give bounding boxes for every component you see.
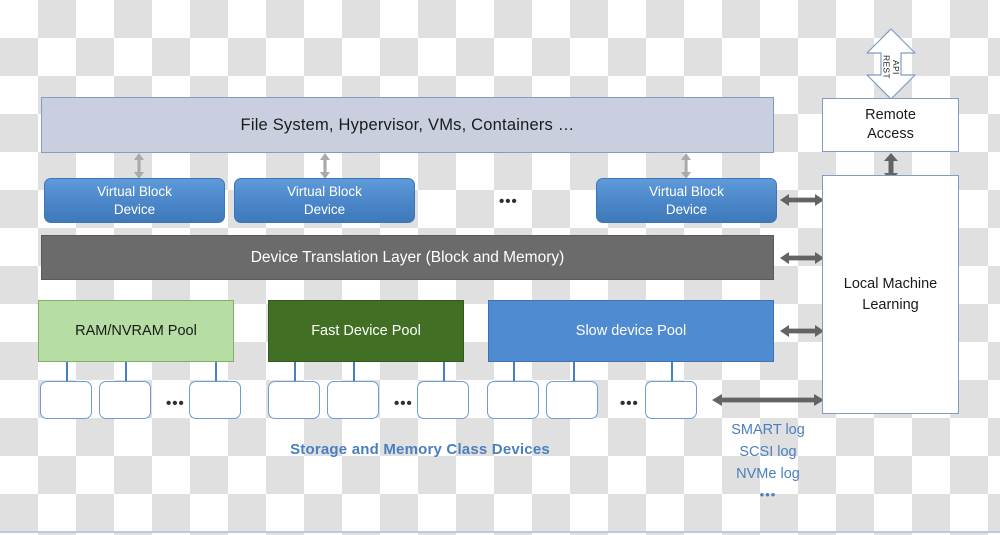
rest-api-label: REST API	[874, 48, 908, 86]
local-machine-learning-box[interactable]: Local Machine Learning	[822, 175, 959, 414]
pool-stem	[294, 362, 296, 382]
app-layer-box: File System, Hypervisor, VMs, Containers…	[41, 97, 774, 153]
rest-api-word2: API	[891, 59, 901, 75]
vbd-label-line1: Virtual Block	[97, 184, 172, 200]
vbd-label-line2: Device	[303, 201, 346, 217]
log-list-ellipsis: •••	[759, 487, 777, 503]
fast-device-pool-label: Fast Device Pool	[311, 323, 421, 339]
app-to-vbd-arrow-2	[314, 153, 336, 179]
vbd-label-line2: Device	[665, 201, 708, 217]
fast-device-pool-box[interactable]: Fast Device Pool	[268, 300, 464, 362]
pool-stem	[671, 362, 673, 382]
ram-nvram-pool-label: RAM/NVRAM Pool	[75, 323, 197, 339]
vbd-ellipsis: •••	[499, 193, 518, 210]
pool-stem	[443, 362, 445, 382]
storage-device-box[interactable]	[268, 381, 320, 419]
device-group-ellipsis-2: •••	[394, 395, 413, 412]
pool-stem	[125, 362, 127, 382]
log-item-smart: SMART log	[731, 422, 805, 438]
remote-access-line1: Remote	[865, 107, 916, 124]
device-group-ellipsis-3: •••	[620, 395, 639, 412]
slow-pool-to-ml-arrow	[780, 323, 824, 339]
app-to-vbd-arrow-3	[675, 153, 697, 179]
device-translation-layer-box: Device Translation Layer (Block and Memo…	[41, 235, 774, 280]
virtual-block-device-2[interactable]: Virtual Block Device	[234, 178, 415, 223]
ram-nvram-pool-box[interactable]: RAM/NVRAM Pool	[38, 300, 234, 362]
log-item-nvme: NVMe log	[736, 466, 800, 483]
local-ml-line2: Learning	[862, 296, 919, 313]
local-ml-line1: Local Machine	[843, 276, 938, 293]
device-logs-to-ml-arrow	[712, 392, 824, 408]
storage-device-box[interactable]	[40, 381, 92, 419]
storage-device-box[interactable]	[99, 381, 151, 419]
slow-device-pool-label: Slow device Pool	[575, 323, 687, 339]
storage-device-box[interactable]	[189, 381, 241, 419]
remote-access-line2: Access	[867, 126, 914, 142]
diagram-canvas: File System, Hypervisor, VMs, Containers…	[0, 0, 1000, 535]
virtual-block-device-3[interactable]: Virtual Block Device	[596, 178, 777, 223]
storage-device-box[interactable]	[327, 381, 379, 419]
log-types-list: SMART log SCSI log NVMe log •••	[700, 419, 836, 505]
pool-stem	[66, 362, 68, 382]
storage-device-box[interactable]	[487, 381, 539, 419]
app-layer-label: File System, Hypervisor, VMs, Containers…	[240, 115, 575, 134]
vbd-label-line2: Device	[113, 201, 156, 217]
pool-stem	[513, 362, 515, 382]
vbd-label-line1: Virtual Block	[649, 184, 724, 200]
pool-stem	[573, 362, 575, 382]
slow-device-pool-box[interactable]: Slow device Pool	[488, 300, 774, 362]
remote-access-box[interactable]: Remote Access	[822, 98, 959, 152]
pool-stem	[353, 362, 355, 382]
app-to-vbd-arrow-1	[128, 153, 150, 179]
dtl-to-ml-arrow	[780, 250, 824, 266]
device-translation-layer-label: Device Translation Layer (Block and Memo…	[250, 248, 565, 266]
rest-api-word1: REST	[881, 55, 892, 79]
devices-caption: Storage and Memory Class Devices	[290, 441, 550, 458]
log-item-scsi: SCSI log	[739, 444, 797, 461]
storage-device-box[interactable]	[546, 381, 598, 419]
storage-device-box[interactable]	[645, 381, 697, 419]
virtual-block-device-1[interactable]: Virtual Block Device	[44, 178, 225, 223]
device-group-ellipsis-1: •••	[166, 395, 185, 412]
vbd-to-ml-arrow	[780, 192, 824, 208]
bottom-hairline	[0, 531, 1000, 533]
pool-stem	[215, 362, 217, 382]
vbd-label-line1: Virtual Block	[287, 184, 362, 200]
storage-device-box[interactable]	[417, 381, 469, 419]
